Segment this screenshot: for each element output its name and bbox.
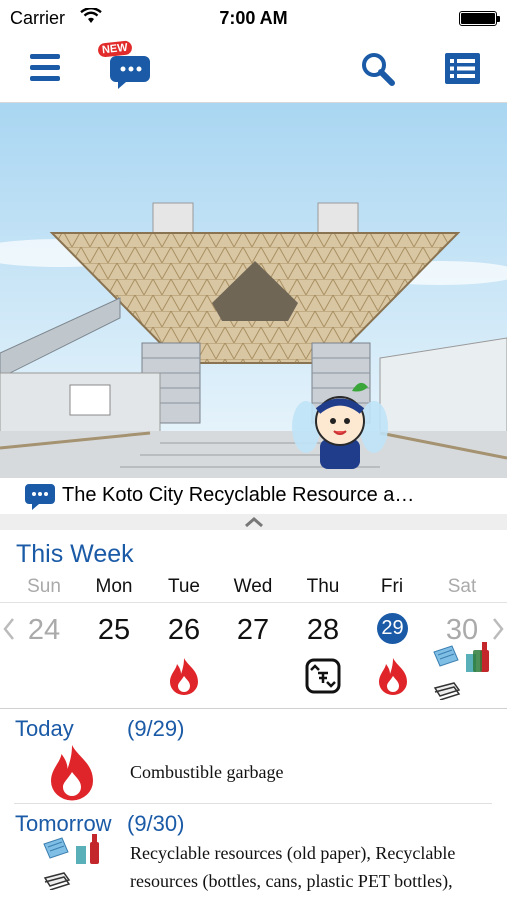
chevron-up-icon (245, 517, 263, 528)
search-button[interactable] (360, 51, 396, 87)
week-title: This Week (16, 540, 134, 568)
paper-icon (43, 837, 69, 859)
battery-icon (459, 11, 500, 26)
tomorrow-description-line1: Recyclable resources (old paper), Recycl… (130, 843, 456, 863)
divider (0, 708, 507, 709)
list-icon (445, 53, 480, 84)
weekday-mon: Mon (95, 576, 133, 597)
news-headline: The Koto City Recyclable Resource a… (62, 484, 415, 506)
fire-icon (170, 658, 198, 695)
today-date-highlight[interactable]: 29 (377, 613, 408, 644)
weekday-fri: Fri (380, 576, 404, 597)
cans-icon (43, 872, 71, 890)
week-pickup-icons (0, 642, 507, 704)
weekday-tue: Tue (167, 576, 201, 597)
tokyo-big-sight-illustration (0, 103, 507, 481)
weekday-wed: Wed (233, 576, 273, 597)
clock: 7:00 AM (219, 8, 288, 28)
weekday-sun: Sun (27, 576, 61, 597)
search-icon (362, 53, 395, 86)
today-date: (9/29) (127, 716, 185, 741)
weekday-thu: Thu (306, 576, 340, 597)
menu-icon (30, 54, 60, 59)
weekday-header: Sun Mon Tue Wed Thu Fri Sat (0, 576, 507, 600)
date-cell[interactable]: 24 (14, 614, 74, 647)
date-cell[interactable]: 25 (84, 614, 144, 647)
cans-icon (433, 682, 461, 700)
fire-icon (51, 745, 93, 801)
menu-button[interactable] (30, 54, 60, 82)
divider (14, 803, 492, 804)
bottles-icon (76, 834, 99, 864)
tomorrow-description-line2: resources (bottles, cans, plastic PET bo… (130, 871, 453, 891)
news-ticker[interactable]: The Koto City Recyclable Resource a… (0, 478, 507, 514)
date-cell[interactable]: 27 (223, 614, 283, 647)
today-label: Today (15, 716, 74, 741)
date-cell[interactable]: 28 (293, 614, 353, 647)
week-dates: 24 25 26 27 28 30 (0, 606, 507, 654)
divider (0, 602, 507, 603)
recycle-icon (305, 658, 341, 694)
weekday-sat: Sat (447, 576, 477, 597)
collapse-handle[interactable] (0, 514, 507, 530)
today-description: Combustible garbage (130, 762, 284, 782)
hero-banner[interactable] (0, 103, 507, 481)
bottles-icon (466, 642, 489, 672)
messages-button[interactable]: NEW (96, 40, 152, 90)
toolbar: NEW (0, 34, 507, 103)
status-bar: Carrier 7:00 AM (0, 0, 507, 34)
fire-icon (379, 658, 407, 695)
date-cell[interactable]: 26 (154, 614, 214, 647)
tomorrow-date: (9/30) (127, 811, 185, 836)
chat-icon (25, 484, 55, 510)
list-button[interactable] (445, 53, 480, 84)
paper-icon (433, 645, 459, 667)
